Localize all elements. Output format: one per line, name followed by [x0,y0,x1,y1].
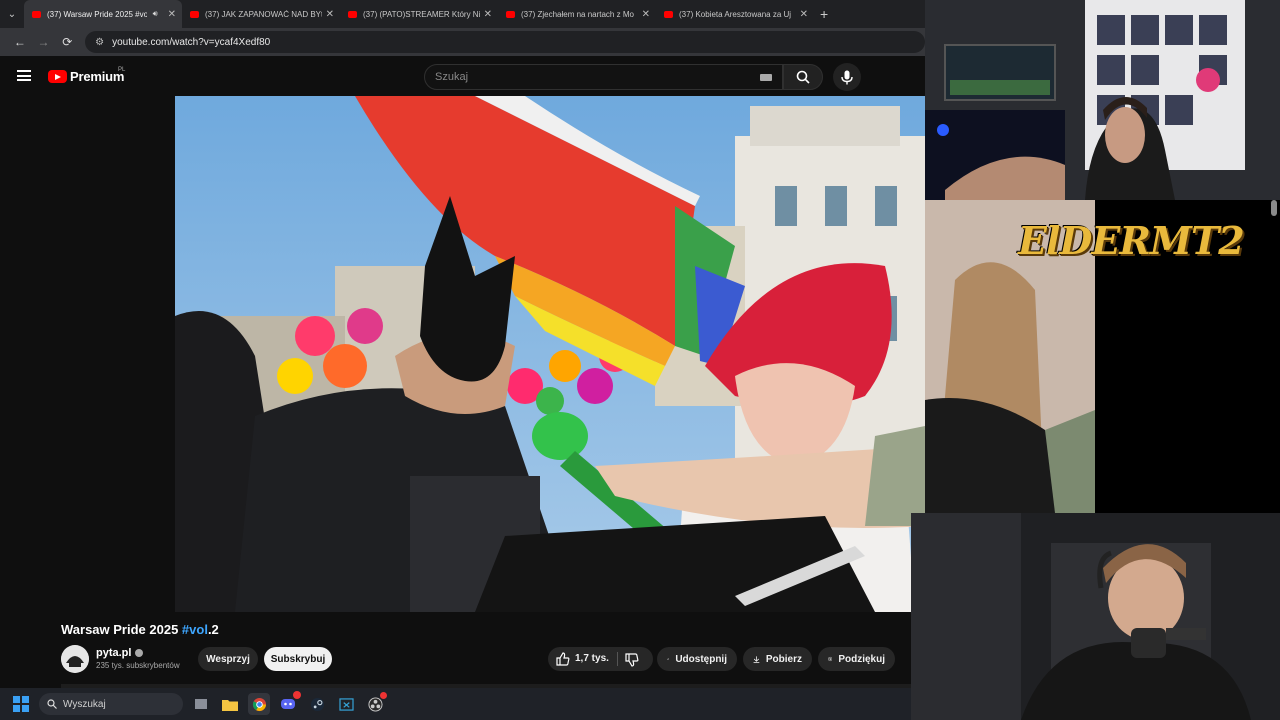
microphone-icon [841,70,853,84]
close-tab-icon[interactable]: ✕ [642,9,650,20]
windows-start-icon[interactable] [13,696,29,712]
super-thanks-icon: $ [828,656,833,662]
new-tab-plus-icon[interactable]: + [820,6,828,22]
forward-arrow-icon[interactable]: → [32,35,56,49]
site-settings-icon[interactable]: ⚙ [95,37,104,48]
tab-title: (37) Zjechałem na nartach z Mo [521,9,634,19]
task-view-icon[interactable] [190,693,212,715]
search-button[interactable] [783,64,823,90]
streamer-logo: ElDERMT2 [1018,218,1245,263]
like-divider [617,652,618,666]
like-count: 1,7 tys. [575,653,609,664]
search-placeholder: Szukaj [435,71,469,83]
channel-name-text: pyta.pl [96,647,132,659]
share-label: Udostępnij [675,653,727,665]
webcam-top [925,0,1280,200]
scrollbar-thumb[interactable] [1271,200,1277,216]
youtube-favicon-icon [506,10,515,18]
keyboard-icon[interactable] [760,74,772,81]
tab-title: (37) Warsaw Pride 2025 #vo [47,9,147,19]
browser-toolbar: ← → ⟳ ⚙ youtube.com/watch?v=ycaf4Xedf80 [0,28,925,56]
youtube-play-logo-icon [48,70,67,83]
support-button[interactable]: Wesprzyj [198,647,258,671]
tab-search-chevron-icon[interactable]: ⌄ [0,0,24,28]
app-window-icon[interactable] [335,693,357,715]
video-title: Warsaw Pride 2025 #vol.2 [61,622,219,637]
search-input[interactable]: Szukaj [424,64,783,90]
webcam-bottom-image [911,513,1280,720]
recording-dot [380,692,387,699]
search-icon [796,70,810,84]
tab-title: (37) JAK ZAPANOWAĆ NAD BYt [205,9,322,19]
menu-hamburger-icon[interactable] [17,70,31,81]
address-bar[interactable]: ⚙ youtube.com/watch?v=ycaf4Xedf80 [85,31,925,53]
taskbar-search-input[interactable]: Wyszukaj [39,693,183,715]
country-code: PL [118,67,126,73]
search-icon [47,699,57,709]
tab-title: (37) Kobieta Aresztowana za Uj [679,9,792,19]
youtube-favicon-icon [32,10,41,18]
taskbar-search-placeholder: Wyszukaj [63,698,106,710]
steam-icon[interactable] [306,693,328,715]
windows-taskbar: Wyszukaj [0,688,911,720]
subscribe-button[interactable]: Subskrybuj [264,647,332,671]
tab-kobieta-aresztowana[interactable]: (37) Kobieta Aresztowana za Uj ✕ [656,0,814,28]
download-icon [753,655,760,663]
video-hashtag-link[interactable]: #vol [182,622,208,637]
video-player[interactable] [175,96,925,612]
video-title-suffix: .2 [207,622,219,637]
support-label: Wesprzyj [206,653,250,665]
tab-zjechalem[interactable]: (37) Zjechałem na nartach z Mo ✕ [498,0,656,28]
premium-wordmark: Premium [70,69,125,84]
channel-avatar[interactable] [61,645,89,673]
share-button[interactable]: Udostępnij [657,647,737,671]
youtube-premium-logo[interactable]: Premium [48,69,124,84]
thanks-button[interactable]: $ Podziękuj [818,647,895,671]
close-tab-icon[interactable]: ✕ [484,9,492,20]
video-title-text: Warsaw Pride 2025 [61,622,182,637]
file-explorer-icon[interactable] [219,693,241,715]
audio-playing-icon[interactable]: 🔊︎ [153,9,158,19]
youtube-favicon-icon [664,10,673,18]
video-frame-image [175,96,925,612]
reload-icon[interactable]: ⟳ [55,35,79,49]
youtube-favicon-icon [190,10,199,18]
tab-warsaw-pride[interactable]: (37) Warsaw Pride 2025 #vo 🔊︎ ✕ [24,0,182,28]
share-icon [667,657,670,661]
verified-icon [135,649,144,657]
notification-badge [293,691,301,699]
download-button[interactable]: Pobierz [743,647,812,671]
url-text: youtube.com/watch?v=ycaf4Xedf80 [112,36,271,48]
channel-name[interactable]: pyta.pl [96,647,144,659]
discord-icon[interactable] [277,691,301,715]
browser-tab-strip: ⌄ (37) Warsaw Pride 2025 #vo 🔊︎ ✕ (37) J… [0,0,925,28]
voice-search-button[interactable] [833,63,861,91]
subscriber-count: 235 tys. subskrybentów [96,661,180,670]
obs-icon[interactable] [364,692,387,715]
webcam-bottom [911,513,1280,720]
back-arrow-icon[interactable]: ← [8,35,32,49]
dislike-icon[interactable] [625,653,639,667]
close-tab-icon[interactable]: ✕ [168,9,176,20]
download-label: Pobierz [765,653,802,665]
webcam-top-image [925,0,1280,200]
tab-patostreamer[interactable]: (37) (PATO)STREAMER Który Ni ✕ [340,0,498,28]
tab-jak-zapanowac[interactable]: (37) JAK ZAPANOWAĆ NAD BYt ✕ [182,0,340,28]
tab-title: (37) (PATO)STREAMER Który Ni [363,9,480,19]
chrome-icon[interactable] [248,693,270,715]
close-tab-icon[interactable]: ✕ [800,9,808,20]
thanks-label: Podziękuj [838,653,885,665]
subscribe-label: Subskrybuj [270,653,326,665]
like-dislike-group: 1,7 tys. [548,647,653,671]
like-icon[interactable] [556,652,570,666]
youtube-favicon-icon [348,10,357,18]
close-tab-icon[interactable]: ✕ [326,9,334,20]
